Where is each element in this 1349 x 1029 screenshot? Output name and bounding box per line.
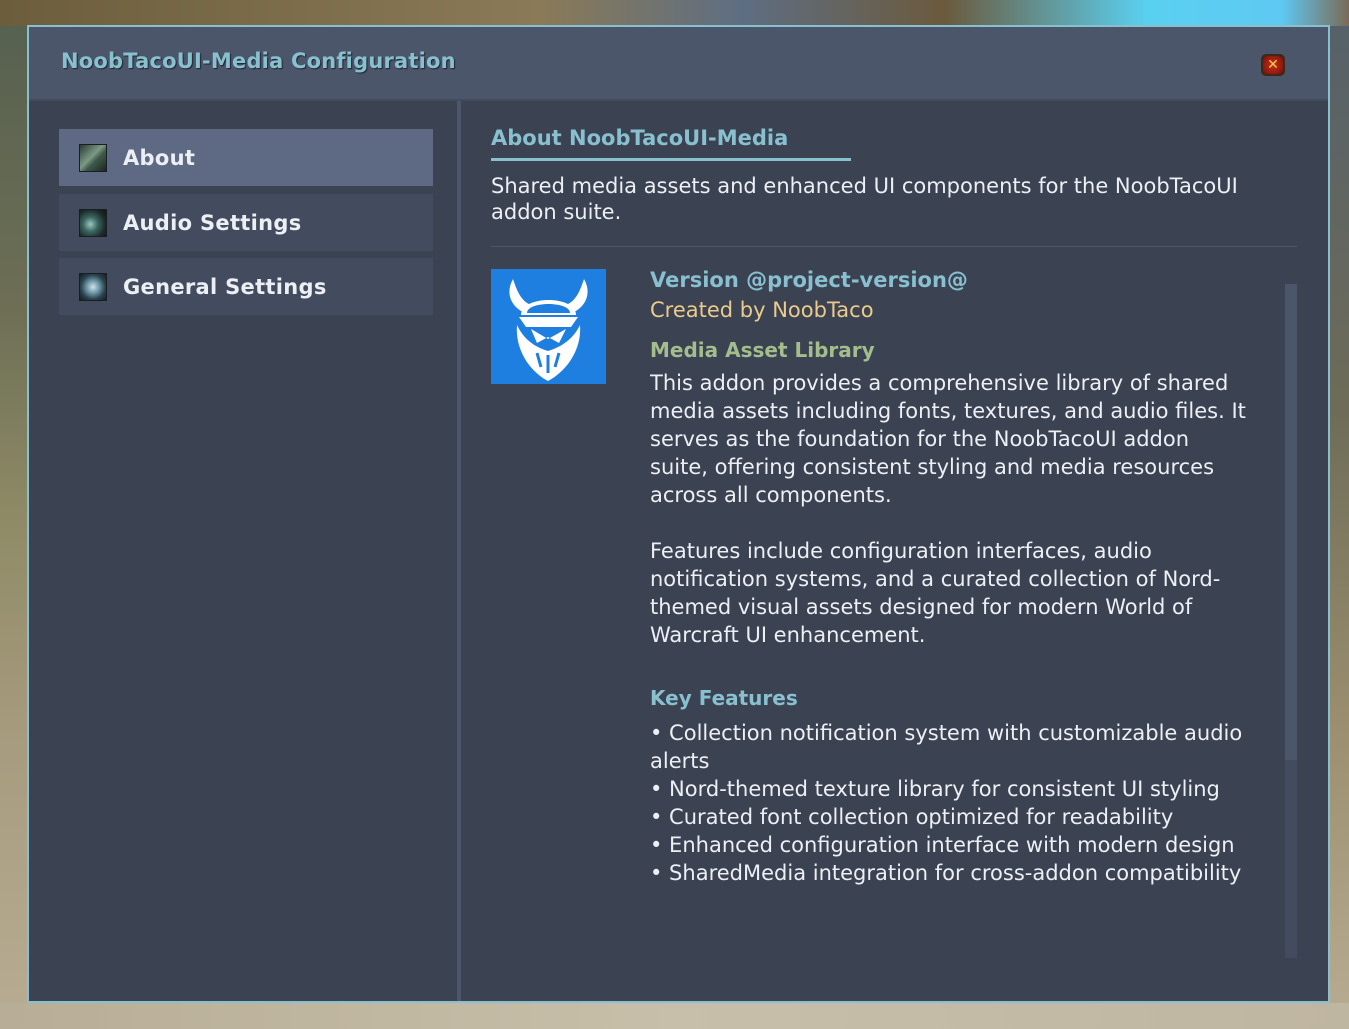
game-background-right — [1327, 0, 1349, 1029]
version-text: Version @project-version@ — [650, 268, 968, 292]
game-background-left — [0, 0, 30, 1029]
title-bar[interactable]: NoobTacoUI-Media Configuration ✕ — [29, 27, 1328, 101]
sidebar: About Audio Settings General Settings — [29, 101, 461, 1001]
game-background-bottom — [0, 1003, 1349, 1029]
addon-logo — [491, 269, 606, 384]
audio-icon — [79, 208, 107, 237]
sidebar-item-about[interactable]: About — [59, 129, 433, 186]
window-title: NoobTacoUI-Media Configuration — [61, 49, 456, 73]
game-background-top — [0, 0, 1349, 26]
gear-icon — [79, 272, 107, 301]
list-item: • Curated font collection optimized for … — [650, 805, 1174, 829]
list-item: • SharedMedia integration for cross-addo… — [650, 861, 1242, 885]
close-icon: ✕ — [1267, 57, 1279, 73]
scrollbar-thumb[interactable] — [1285, 284, 1297, 760]
sidebar-item-label: About — [123, 145, 196, 170]
sidebar-item-general-settings[interactable]: General Settings — [59, 258, 433, 315]
divider — [491, 246, 1297, 247]
title-underline — [491, 158, 851, 161]
close-button[interactable]: ✕ — [1261, 54, 1285, 76]
page-subtitle: Shared media assets and enhanced UI comp… — [491, 174, 1238, 224]
author-text: Created by NoobTaco — [650, 298, 874, 322]
viking-logo-icon — [509, 279, 588, 381]
scrollbar-track[interactable] — [1285, 284, 1297, 958]
about-scroll-area[interactable]: Version @project-version@ Created by Noo… — [650, 265, 1270, 971]
scroll-icon — [79, 143, 107, 172]
list-item: • Enhanced configuration interface with … — [650, 833, 1235, 857]
sidebar-item-audio-settings[interactable]: Audio Settings — [59, 194, 433, 251]
features-list: • Collection notification system with cu… — [650, 719, 1270, 887]
sidebar-item-label: Audio Settings — [123, 210, 302, 235]
page-title: About NoobTacoUI-Media — [491, 126, 789, 150]
library-heading: Media Asset Library — [650, 338, 875, 362]
list-item: • Nord-themed texture library for consis… — [650, 777, 1220, 801]
description-text: This addon provides a comprehensive libr… — [650, 371, 1246, 647]
list-item: • Collection notification system with cu… — [650, 721, 1243, 773]
config-window: NoobTacoUI-Media Configuration ✕ About A… — [27, 25, 1330, 1003]
content-panel: About NoobTacoUI-Media Shared media asse… — [461, 101, 1328, 1001]
sidebar-item-label: General Settings — [123, 274, 327, 299]
features-heading: Key Features — [650, 686, 798, 710]
